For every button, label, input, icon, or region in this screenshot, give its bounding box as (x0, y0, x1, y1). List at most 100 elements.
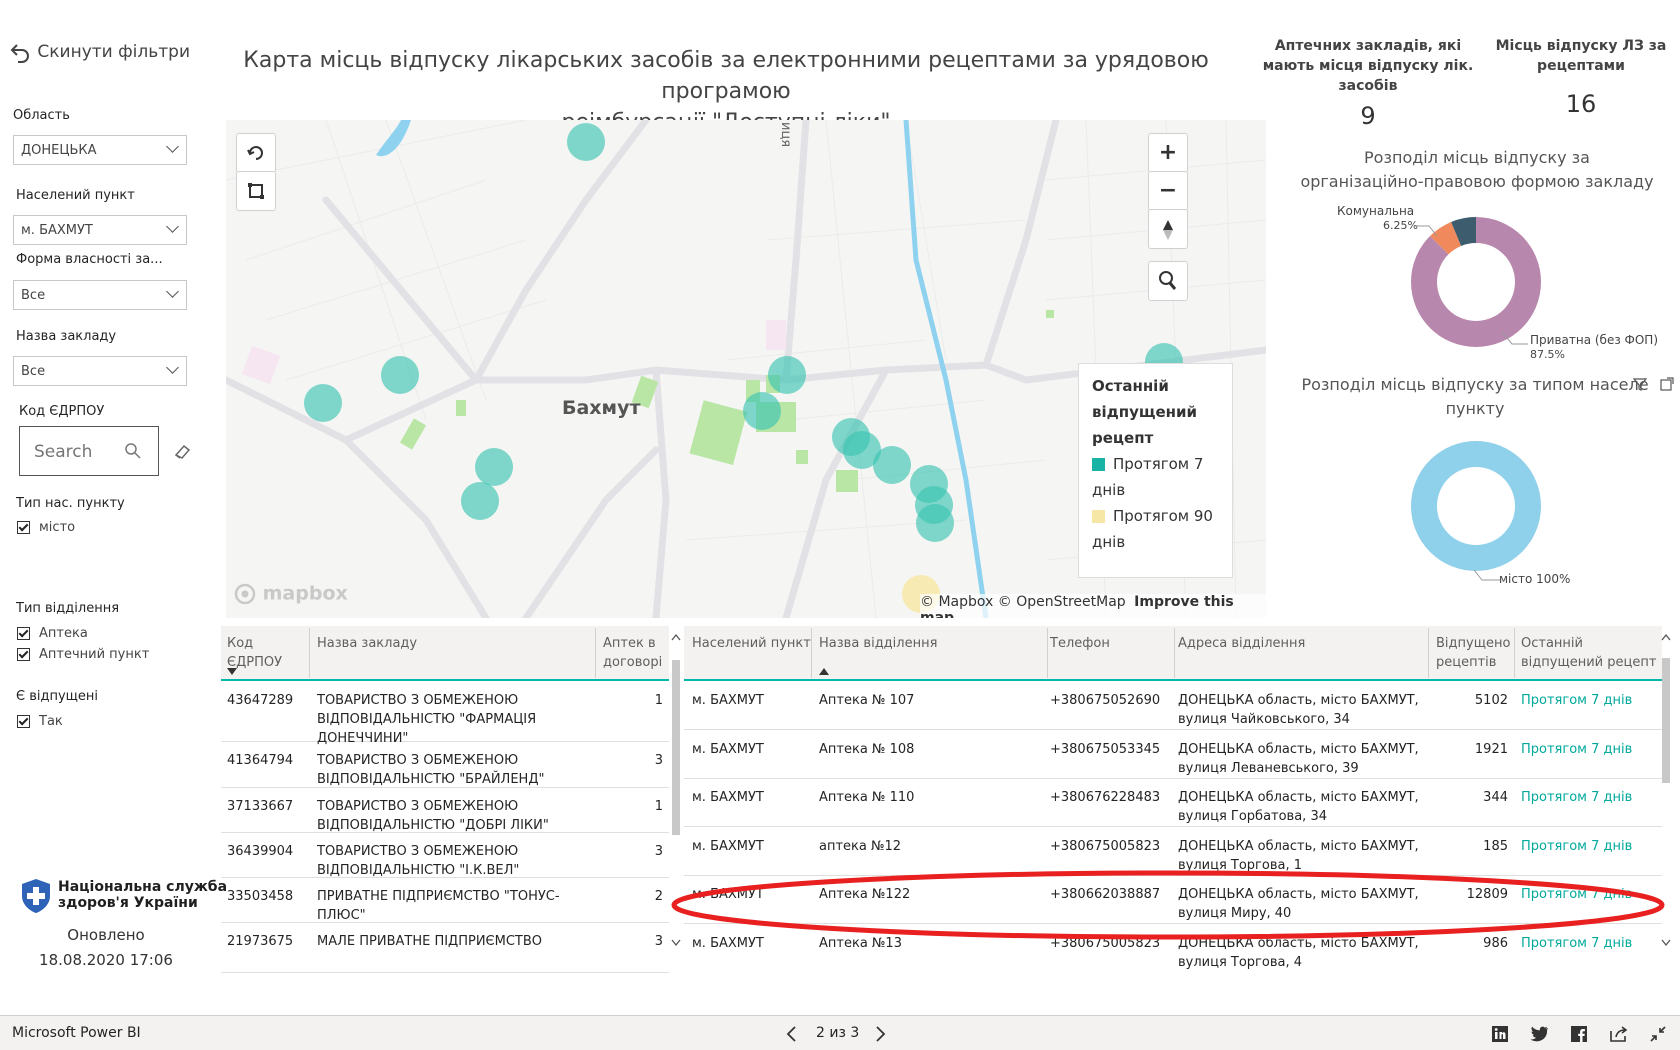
settlement-type-checkbox[interactable]: місто (17, 520, 75, 535)
reset-filters-button[interactable]: Скинути фільтри (8, 40, 190, 68)
map-marker-7-days[interactable] (304, 384, 342, 422)
header-phone[interactable]: Телефон (1050, 634, 1110, 653)
header-name[interactable]: Назва закладу (317, 634, 417, 653)
map[interactable]: Бахмут иця + − Останній відпущений рецеп… (226, 120, 1266, 618)
cell-issued: 185 (1483, 838, 1508, 854)
next-page-icon[interactable] (873, 1025, 887, 1043)
cell-count: 3 (654, 934, 663, 949)
table-row[interactable]: м. БАХМУТ Аптека № 107 +380675052690 ДОНЕЦЬ… (684, 682, 1662, 730)
table-row[interactable]: 36439904 ТОВАРИСТВО З ОБМЕЖЕНОЮ ВІДПОВІДАЛ… (221, 833, 669, 878)
map-compass-button[interactable] (1148, 209, 1188, 249)
map-marker-7-days[interactable] (916, 504, 954, 542)
column-divider[interactable] (811, 628, 812, 678)
attribution-text[interactable]: © Mapbox © OpenStreetMap (920, 594, 1126, 610)
column-divider[interactable] (595, 628, 596, 678)
table-row[interactable]: 41364794 ТОВАРИСТВО З ОБМЕЖЕНОЮ ВІДПОВІДАЛ… (221, 742, 669, 788)
facilities-table: Код ЄДРПОУ Назва закладу Аптек в договорі … (221, 626, 669, 973)
filter-icon[interactable] (1633, 377, 1647, 391)
header-count[interactable]: Аптек в договорі (603, 634, 662, 672)
column-divider[interactable] (309, 628, 310, 678)
kpi-points-label: Місць відпуску ЛЗ за рецептами (1486, 36, 1676, 76)
map-zoom-in-button[interactable]: + (1148, 133, 1188, 173)
map-marker-7-days[interactable] (461, 482, 499, 520)
column-divider[interactable] (1514, 628, 1515, 678)
header-issued[interactable]: Відпущено рецептів (1436, 634, 1510, 672)
column-divider[interactable] (1428, 628, 1429, 678)
cell-last[interactable]: Протягом 7 днів (1521, 837, 1632, 856)
table-row[interactable]: 37133667 ТОВАРИСТВО З ОБМЕЖЕНОЮ ВІДПОВІДАЛ… (221, 788, 669, 833)
cell-name-line: ПРИВАТНЕ ПІДПРИЄМСТВО "ТОНУС- (317, 889, 560, 904)
map-marker-7-days[interactable] (743, 392, 781, 430)
share-icon[interactable] (1609, 1025, 1629, 1043)
twitter-icon[interactable] (1529, 1025, 1549, 1043)
table-row[interactable]: 33503458 ПРИВАТНЕ ПІДПРИЄМСТВО "ТОНУС- ПЛЮ… (221, 878, 669, 923)
map-zoom-out-button[interactable]: − (1148, 171, 1188, 211)
map-marker-7-days[interactable] (567, 123, 605, 161)
header-city[interactable]: Населений пункт (692, 634, 811, 653)
focus-mode-icon[interactable] (1660, 377, 1674, 391)
table-header (221, 626, 669, 681)
column-divider[interactable] (1047, 628, 1048, 678)
mapbox-logo[interactable]: mapbox (234, 582, 348, 605)
ownership-value: Все (21, 288, 46, 303)
eraser-icon[interactable] (173, 441, 193, 461)
map-lasso-select-button[interactable] (236, 171, 276, 211)
cell-last[interactable]: Протягом 7 днів (1521, 691, 1632, 710)
sort-asc-icon[interactable] (819, 668, 829, 676)
ownership-dropdown[interactable]: Все (13, 280, 187, 310)
scrollbar-thumb[interactable] (1662, 658, 1670, 783)
legend-title-line: Останній (1092, 377, 1169, 395)
cell-address-line: вулиця Горбатова, 34 (1178, 809, 1327, 824)
legend-scrollbar[interactable] (1229, 364, 1232, 577)
header-branch[interactable]: Назва відділення (819, 634, 937, 653)
table-row[interactable]: м. БАХМУТ Аптека № 110 +380676228483 ДОНЕЦЬ… (684, 779, 1662, 827)
sort-desc-icon[interactable] (227, 668, 237, 676)
cell-name: ТОВАРИСТВО З ОБМЕЖЕНОЮ ВІДПОВІДАЛЬНІСТЮ "… (317, 842, 519, 880)
edrpou-search-box[interactable] (19, 426, 159, 476)
chevron-down-icon (166, 285, 179, 298)
legend-title-line: відпущений (1092, 403, 1198, 421)
cell-name-line: ТОВАРИСТВО З ОБМЕЖЕНОЮ (317, 844, 519, 859)
city-dropdown[interactable]: м. БАХМУТ (13, 215, 187, 245)
header-code[interactable]: Код ЄДРПОУ (227, 634, 282, 672)
map-marker-7-days[interactable] (381, 356, 419, 394)
facility-dropdown[interactable]: Все (13, 356, 187, 386)
map-legend-item-90[interactable]: Протягом 90 (1092, 503, 1232, 529)
search-input[interactable] (32, 439, 116, 465)
donut2-slice[interactable] (1411, 441, 1541, 571)
kpi-pharmacies-value: 9 (1360, 102, 1376, 130)
cell-last[interactable]: Протягом 7 днів (1521, 788, 1632, 807)
table-row[interactable]: 21973675 МАЛЕ ПРИВАТНЕ ПІДПРИЄМСТВО 3 (221, 923, 669, 973)
donut1-title-line1: Розподіл місць відпуску за (1364, 148, 1590, 167)
cell-count: 1 (654, 693, 663, 708)
branch-type-point-checkbox[interactable]: Аптечний пункт (17, 647, 149, 662)
map-reset-view-button[interactable] (236, 133, 276, 173)
scroll-up-icon[interactable] (670, 632, 682, 642)
map-legend-item-7[interactable]: Протягом 7 (1092, 451, 1232, 477)
scrollbar-thumb[interactable] (672, 660, 680, 835)
branch-type-pharmacy-checkbox[interactable]: Аптека (17, 626, 88, 641)
cell-address-line: ДОНЕЦЬКА область, місто БАХМУТ, (1178, 838, 1419, 854)
donut1-title: Розподіл місць відпуску за організаційно… (1262, 146, 1680, 194)
kpi-label-line: рецептами (1537, 58, 1625, 74)
scroll-up-icon[interactable] (1660, 632, 1672, 642)
region-dropdown[interactable]: ДОНЕЦЬКА (13, 135, 187, 165)
facebook-icon[interactable] (1570, 1025, 1588, 1043)
donut2-chart[interactable] (1406, 436, 1546, 576)
map-search-button[interactable] (1148, 261, 1188, 301)
map-marker-7-days[interactable] (768, 356, 806, 394)
map-marker-7-days[interactable] (475, 448, 513, 486)
map-legend-title: Останній відпущений рецепт (1092, 373, 1232, 451)
header-last[interactable]: Останній відпущений рецепт (1521, 634, 1656, 672)
fullscreen-exit-icon[interactable] (1649, 1025, 1667, 1043)
cell-last[interactable]: Протягом 7 днів (1521, 740, 1632, 759)
table-row[interactable]: 43647289 ТОВАРИСТВО З ОБМЕЖЕНОЮ ВІДПОВІДАЛ… (221, 682, 669, 746)
app-name[interactable]: Microsoft Power BI (12, 1025, 141, 1041)
dispensed-checkbox[interactable]: Так (17, 714, 63, 729)
linkedin-icon[interactable] (1491, 1025, 1509, 1043)
column-divider[interactable] (1174, 628, 1175, 678)
prev-page-icon[interactable] (785, 1025, 799, 1043)
map-marker-7-days[interactable] (873, 446, 911, 484)
header-address[interactable]: Адреса відділення (1178, 634, 1305, 653)
table-row[interactable]: м. БАХМУТ Аптека № 108 +380675053345 ДОНЕЦЬ… (684, 731, 1662, 779)
